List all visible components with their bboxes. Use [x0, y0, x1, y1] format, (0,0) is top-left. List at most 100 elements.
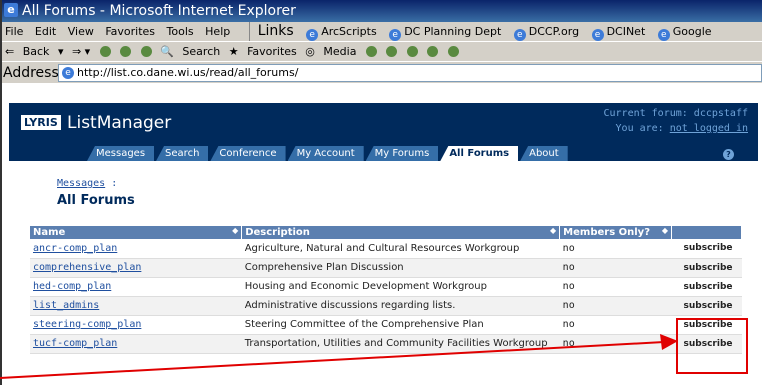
- menu-file[interactable]: File: [5, 22, 23, 41]
- forum-description: Agriculture, Natural and Cultural Resour…: [241, 239, 560, 259]
- subscribe-button[interactable]: subscribe: [671, 258, 742, 278]
- help-icon[interactable]: ?: [723, 149, 734, 160]
- favorites-icon[interactable]: ★: [229, 42, 239, 61]
- table-header-row: Name ◆ Description ◆ Members Only? ◆: [30, 226, 742, 239]
- forum-name-link[interactable]: comprehensive_plan: [33, 262, 141, 273]
- members-only-value: no: [559, 334, 672, 354]
- lyris-header: LYRIS ListManager Current forum: dccpsta…: [9, 103, 758, 161]
- forum-name-link[interactable]: list_admins: [33, 300, 99, 311]
- discuss-icon[interactable]: [447, 46, 459, 57]
- product-name: ListManager: [67, 113, 172, 133]
- tab-all-forums[interactable]: All Forums: [440, 146, 519, 161]
- ie-logo-icon: e: [4, 3, 18, 17]
- tab-conference[interactable]: Conference: [210, 146, 286, 161]
- column-header-name-label: Name: [33, 227, 66, 238]
- address-bar: Address http://list.co.dane.wi.us/read/a…: [0, 61, 762, 83]
- breadcrumb-separator: :: [105, 178, 118, 189]
- forward-arrow-icon[interactable]: ⇒ ▾: [72, 42, 90, 61]
- forum-name-link[interactable]: ancr-comp_plan: [33, 243, 117, 254]
- subscribe-button[interactable]: subscribe: [671, 277, 742, 297]
- table-row: hed-comp_plan Housing and Economic Devel…: [30, 277, 742, 297]
- annotation-highlight-box: [676, 318, 748, 374]
- link-arcscripts[interactable]: ArcScripts: [306, 22, 377, 41]
- sort-icon[interactable]: ◆: [232, 226, 238, 235]
- members-only-value: no: [559, 258, 672, 278]
- table-row: list_admins Administrative discussions r…: [30, 296, 742, 316]
- link-dccp-org[interactable]: DCCP.org: [514, 22, 579, 41]
- history-icon[interactable]: [365, 46, 377, 57]
- search-icon[interactable]: 🔍: [160, 42, 174, 61]
- table-row: comprehensive_plan Comprehensive Plan Di…: [30, 258, 742, 278]
- back-arrow-icon[interactable]: ⇐: [5, 42, 14, 61]
- forum-name-link[interactable]: tucf-comp_plan: [33, 338, 117, 349]
- column-header-members-label: Members Only?: [563, 227, 650, 238]
- forum-description: Housing and Economic Development Workgro…: [241, 277, 560, 297]
- window-title: All Forums - Microsoft Internet Explorer: [22, 3, 296, 19]
- home-icon[interactable]: [140, 46, 152, 57]
- media-button[interactable]: Media: [323, 42, 356, 61]
- members-only-value: no: [559, 239, 672, 259]
- forum-name-cell: list_admins: [30, 296, 242, 316]
- tab-search[interactable]: Search: [156, 146, 209, 161]
- menu-tools[interactable]: Tools: [167, 22, 194, 41]
- dropdown-icon[interactable]: ▾: [58, 42, 64, 61]
- print-icon[interactable]: [406, 46, 418, 57]
- members-only-value: no: [559, 315, 672, 335]
- forum-name-link[interactable]: steering-comp_plan: [33, 319, 141, 330]
- forum-name-cell: comprehensive_plan: [30, 258, 242, 278]
- link-google[interactable]: Google: [658, 22, 712, 41]
- media-icon[interactable]: ◎: [305, 42, 315, 61]
- forum-name-link[interactable]: hed-comp_plan: [33, 281, 111, 292]
- sort-icon[interactable]: ◆: [662, 226, 668, 235]
- links-label: Links: [248, 22, 294, 41]
- edit-icon[interactable]: [427, 46, 439, 57]
- search-button[interactable]: Search: [182, 42, 220, 61]
- link-dc-planning-dept[interactable]: DC Planning Dept: [389, 22, 501, 41]
- breadcrumb-messages-link[interactable]: Messages: [57, 178, 105, 189]
- table-row: tucf-comp_plan Transportation, Utilities…: [30, 334, 742, 354]
- table-row: ancr-comp_plan Agriculture, Natural and …: [30, 239, 742, 259]
- favorites-button[interactable]: Favorites: [247, 42, 297, 61]
- menu-view[interactable]: View: [68, 22, 94, 41]
- login-status: You are: not logged in: [616, 123, 748, 134]
- menu-edit[interactable]: Edit: [35, 22, 56, 41]
- address-label: Address: [3, 65, 59, 81]
- mail-icon[interactable]: [386, 46, 398, 57]
- tab-about[interactable]: About: [520, 146, 568, 161]
- members-only-value: no: [559, 277, 672, 297]
- menu-help[interactable]: Help: [205, 22, 230, 41]
- menu-bar: File Edit View Favorites Tools Help Link…: [0, 22, 762, 41]
- menu-favorites[interactable]: Favorites: [105, 22, 155, 41]
- tab-messages[interactable]: Messages: [87, 146, 155, 161]
- column-header-description[interactable]: Description ◆: [241, 226, 561, 239]
- subscribe-button[interactable]: subscribe: [671, 239, 742, 259]
- sort-icon[interactable]: ◆: [550, 226, 556, 235]
- column-header-action: [671, 226, 742, 239]
- forum-name-cell: tucf-comp_plan: [30, 334, 242, 354]
- tab-bar: Messages Search Conference My Account My…: [87, 146, 570, 161]
- current-forum: Current forum: dccpstaff: [603, 108, 749, 119]
- breadcrumb: Messages :: [57, 178, 117, 189]
- refresh-icon[interactable]: [120, 46, 132, 57]
- standard-toolbar: ⇐ Back ▾ ⇒ ▾ 🔍 Search ★ Favorites ◎ Medi…: [0, 41, 762, 61]
- tab-my-forums[interactable]: My Forums: [365, 146, 439, 161]
- page-content: LYRIS ListManager Current forum: dccpsta…: [0, 83, 762, 385]
- link-dcinet[interactable]: DCINet: [592, 22, 646, 41]
- tab-my-account[interactable]: My Account: [287, 146, 364, 161]
- subscribe-button[interactable]: subscribe: [671, 296, 742, 316]
- forum-table: Name ◆ Description ◆ Members Only? ◆ ancr-c…: [30, 226, 742, 354]
- login-prefix: You are:: [615, 123, 670, 134]
- forum-description: Administrative discussions regarding lis…: [241, 296, 560, 316]
- column-header-description-label: Description: [245, 227, 310, 238]
- page-title: All Forums: [57, 193, 135, 208]
- stop-icon[interactable]: [99, 46, 111, 57]
- forum-description: Transportation, Utilities and Community …: [241, 334, 560, 354]
- forum-description: Steering Committee of the Comprehensive …: [241, 315, 560, 335]
- login-link[interactable]: not logged in: [670, 123, 748, 134]
- window-titlebar: e All Forums - Microsoft Internet Explor…: [0, 0, 762, 22]
- back-button[interactable]: Back: [23, 42, 50, 61]
- address-input[interactable]: http://list.co.dane.wi.us/read/all_forum…: [58, 64, 762, 82]
- column-header-name[interactable]: Name ◆: [30, 226, 243, 239]
- column-header-members-only[interactable]: Members Only? ◆: [559, 226, 673, 239]
- window-left-border: [0, 0, 2, 385]
